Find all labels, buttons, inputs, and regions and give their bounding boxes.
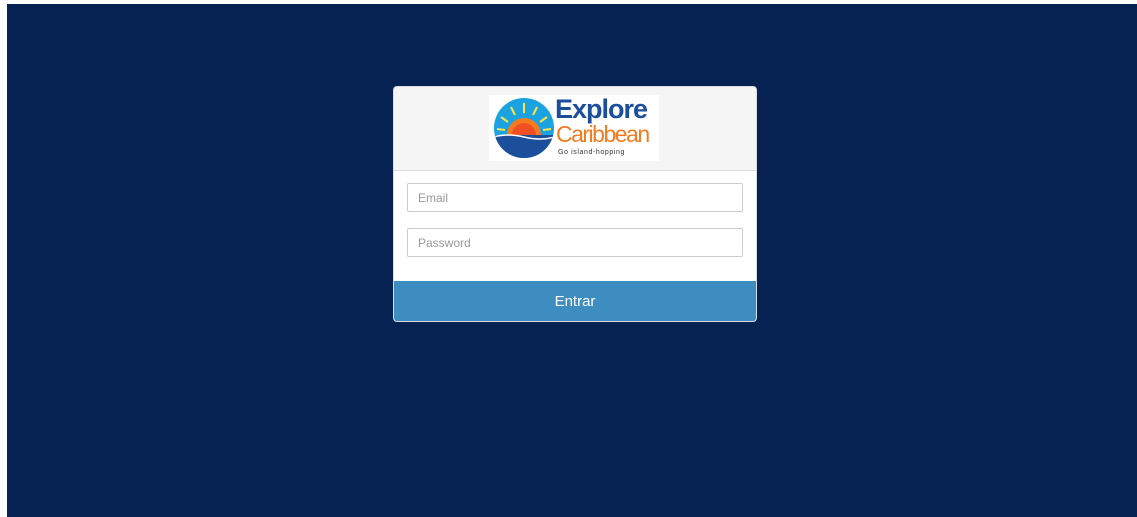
login-card: Explore Caribbean Go island-hopping Entr… (394, 87, 756, 321)
submit-button[interactable]: Entrar (394, 281, 756, 321)
brand-logo: Explore Caribbean Go island-hopping (489, 95, 659, 161)
sun-globe-icon (494, 98, 554, 158)
login-page: Explore Caribbean Go island-hopping Entr… (7, 4, 1137, 517)
email-field[interactable] (407, 183, 743, 212)
logo-subtitle: Caribbean (556, 121, 650, 147)
card-header: Explore Caribbean Go island-hopping (394, 87, 756, 171)
password-field[interactable] (407, 228, 743, 257)
login-form (394, 171, 756, 257)
logo-title: Explore (555, 94, 648, 124)
logo-tagline: Go island-hopping (558, 149, 626, 156)
